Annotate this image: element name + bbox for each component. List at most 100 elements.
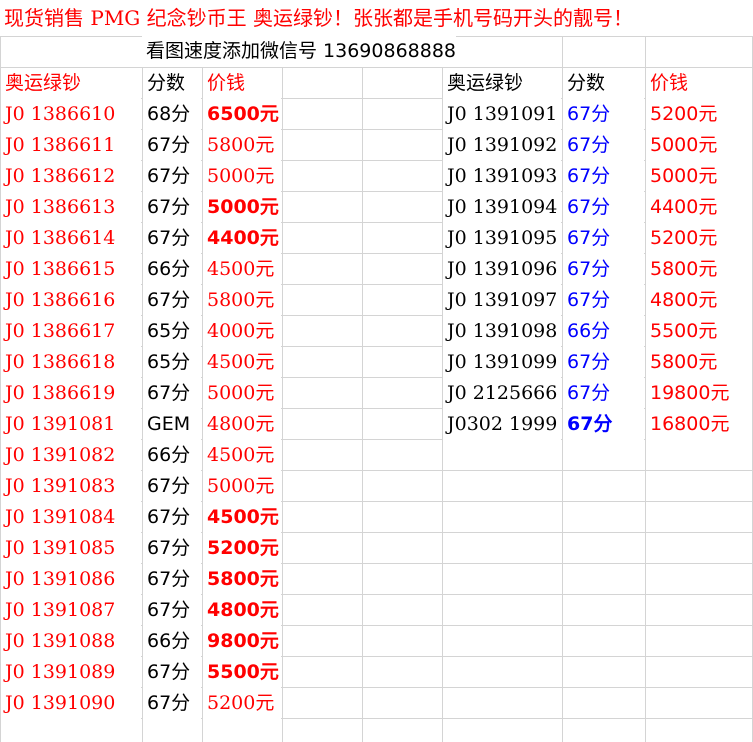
left-row-price: 4500元 [203,347,281,378]
right-row-price: 5200元 [646,99,752,130]
left-row-grade: 68分 [143,99,201,130]
right-row-grade: 67分 [563,223,644,254]
right-row-serial: J0 1391092 [443,130,561,161]
right-row-serial: J0 1391091 [443,99,561,130]
right-header-grade: 分数 [563,68,644,99]
right-row-serial: J0302 1999 [443,409,561,440]
left-row-serial: J0 1386619 [1,378,141,409]
left-row-grade: 66分 [143,626,201,657]
left-row-price: 4800元 [203,409,281,440]
left-row-price: 4500元 [203,440,281,471]
left-row-grade: 65分 [143,347,201,378]
left-row-serial: J0 1391090 [1,688,141,719]
left-row-price: 6500元 [203,99,281,130]
right-row-serial: J0 1391094 [443,192,561,223]
left-row-grade: 67分 [143,378,201,409]
right-row-price: 5000元 [646,161,752,192]
left-row-serial: J0 1391084 [1,502,141,533]
right-row-serial: J0 1391099 [443,347,561,378]
left-row-price: 5200元 [203,688,281,719]
right-row-price: 5200元 [646,223,752,254]
left-row-grade: 67分 [143,564,201,595]
right-row-grade: 67分 [563,409,644,440]
left-row-price: 5800元 [203,130,281,161]
left-header-serial: 奥运绿钞 [1,68,141,99]
grid-vline [362,0,363,742]
left-row-price: 5800元 [203,285,281,316]
left-row-grade: 67分 [143,223,201,254]
left-row-grade: 67分 [143,595,201,626]
left-row-price: 5000元 [203,471,281,502]
left-row-price: 4500元 [203,502,281,533]
left-row-serial: J0 1391085 [1,533,141,564]
grid-vline [282,0,283,742]
left-row-price: 4000元 [203,316,281,347]
left-row-grade: 67分 [143,533,201,564]
left-header-price: 价钱 [203,68,281,99]
right-row-price: 5800元 [646,347,752,378]
contact-line: 看图速度添加微信号 13690868888 [142,36,457,67]
left-row-serial: J0 1386611 [1,130,141,161]
left-row-serial: J0 1391083 [1,471,141,502]
left-row-price: 5000元 [203,378,281,409]
right-row-serial: J0 2125666 [443,378,561,409]
left-row-serial: J0 1391089 [1,657,141,688]
right-row-grade: 67分 [563,161,644,192]
left-row-grade: 67分 [143,657,201,688]
left-row-price: 4800元 [203,595,281,626]
left-row-serial: J0 1391087 [1,595,141,626]
left-row-serial: J0 1386618 [1,347,141,378]
left-row-price: 5500元 [203,657,281,688]
left-row-grade: 66分 [143,440,201,471]
right-row-serial: J0 1391096 [443,254,561,285]
right-row-grade: 66分 [563,316,644,347]
left-row-grade: GEM [143,409,201,440]
right-row-grade: 67分 [563,99,644,130]
left-row-serial: J0 1386616 [1,285,141,316]
left-row-serial: J0 1391081 [1,409,141,440]
left-row-price: 5200元 [203,533,281,564]
page-title: 现货销售 PMG 纪念钞币王 奥运绿钞！张张都是手机号码开头的靓号！ [0,0,753,36]
left-row-price: 9800元 [203,626,281,657]
right-row-serial: J0 1391093 [443,161,561,192]
left-row-grade: 67分 [143,285,201,316]
left-row-price: 4400元 [203,223,281,254]
left-row-price: 5000元 [203,192,281,223]
left-row-serial: J0 1386610 [1,99,141,130]
right-row-serial: J0 1391095 [443,223,561,254]
left-row-serial: J0 1386615 [1,254,141,285]
right-header-serial: 奥运绿钞 [443,68,561,99]
left-row-serial: J0 1391086 [1,564,141,595]
left-row-serial: J0 1391082 [1,440,141,471]
left-row-grade: 67分 [143,192,201,223]
left-row-price: 5800元 [203,564,281,595]
left-row-serial: J0 1391088 [1,626,141,657]
left-row-grade: 65分 [143,316,201,347]
left-row-grade: 67分 [143,161,201,192]
right-row-serial: J0 1391098 [443,316,561,347]
right-row-grade: 67分 [563,130,644,161]
right-row-price: 5800元 [646,254,752,285]
left-row-grade: 67分 [143,471,201,502]
right-row-grade: 67分 [563,192,644,223]
right-row-grade: 67分 [563,254,644,285]
right-row-price: 16800元 [646,409,752,440]
right-header-price: 价钱 [646,68,752,99]
left-row-serial: J0 1386613 [1,192,141,223]
left-row-serial: J0 1386612 [1,161,141,192]
left-row-grade: 67分 [143,502,201,533]
right-row-price: 4400元 [646,192,752,223]
right-row-price: 19800元 [646,378,752,409]
right-row-serial: J0 1391097 [443,285,561,316]
left-row-grade: 67分 [143,688,201,719]
left-row-serial: J0 1386617 [1,316,141,347]
left-row-grade: 67分 [143,130,201,161]
left-row-price: 5000元 [203,161,281,192]
right-row-grade: 67分 [563,285,644,316]
right-row-grade: 67分 [563,347,644,378]
left-row-price: 4500元 [203,254,281,285]
right-row-grade: 67分 [563,378,644,409]
right-row-price: 5000元 [646,130,752,161]
right-row-price: 4800元 [646,285,752,316]
left-header-grade: 分数 [143,68,201,99]
